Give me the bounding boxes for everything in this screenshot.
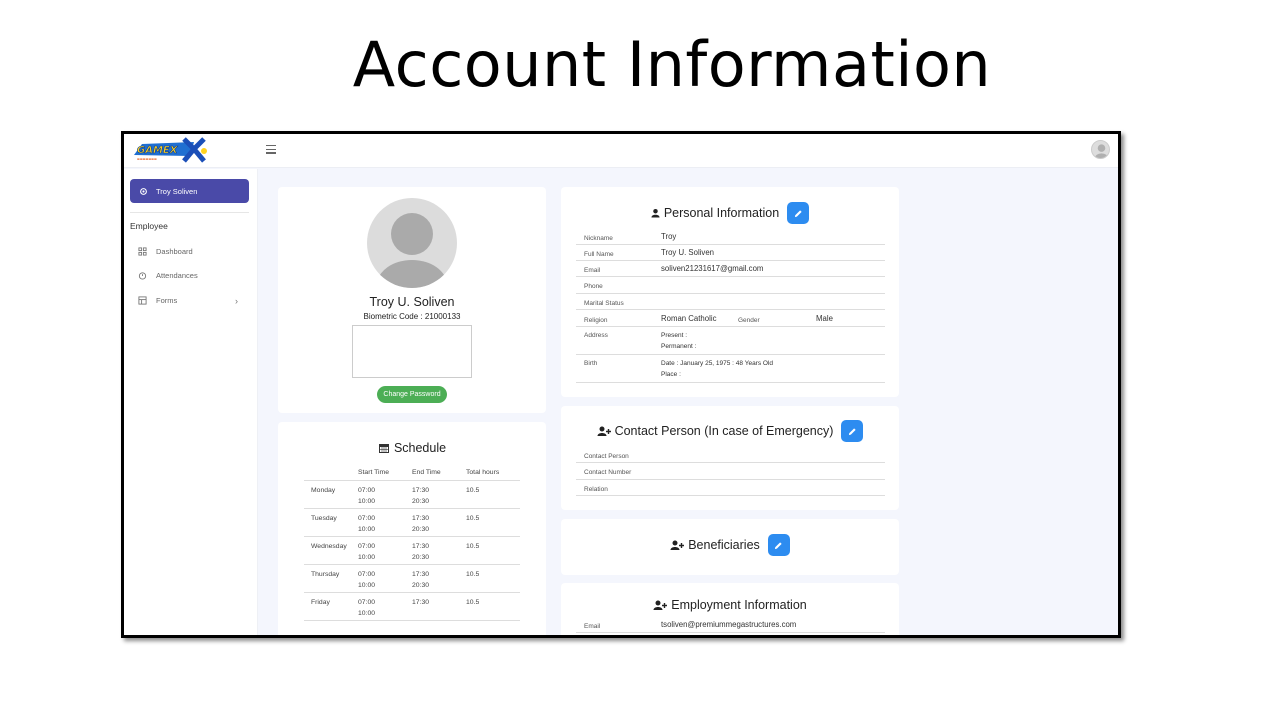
- info-row-phone: Phone: [576, 277, 885, 294]
- schedule-card: Schedule Start Time End Time Total hours…: [278, 422, 546, 635]
- grid-icon: [138, 247, 147, 256]
- gear-icon: [140, 187, 147, 195]
- info-row-nickname: Nickname Troy: [576, 230, 885, 245]
- info-row-birth: Birth Date : January 25, 1975 : 48 Years…: [576, 355, 885, 383]
- contact-person-title: Contact Person (In case of Emergency): [561, 420, 899, 442]
- table-row: Tuesday 07:00 10:00 17:30 20:30 10.5: [304, 508, 520, 537]
- gamex-logo[interactable]: GAMEX ▬▬▬▬▬▬▬: [132, 137, 212, 163]
- info-row-work-email: Email tsoliven@premiummegastructures.com: [576, 618, 885, 633]
- clock-icon: [138, 272, 147, 280]
- svg-text:▬▬▬▬▬▬▬: ▬▬▬▬▬▬▬: [137, 157, 157, 161]
- sidebar-item-label: Attendances: [156, 271, 198, 280]
- info-row-email: Email soliven21231617@gmail.com: [576, 261, 885, 277]
- top-bar: GAMEX ▬▬▬▬▬▬▬: [124, 134, 1118, 168]
- user-avatar[interactable]: [1091, 140, 1110, 159]
- form-icon: [138, 296, 147, 305]
- info-row-address: Address Present : Permanent :: [576, 327, 885, 355]
- info-row-fullname: Full Name Troy U. Soliven: [576, 245, 885, 261]
- personal-info-title: Personal Information: [561, 202, 899, 224]
- sidebar: Troy Soliven Employee Dashboard Attendan…: [124, 169, 258, 635]
- edit-personal-button[interactable]: [787, 202, 810, 224]
- contact-person-card: Contact Person (In case of Emergency) Co…: [561, 406, 899, 510]
- user-plus-icon: [670, 540, 685, 550]
- personal-info-card: Personal Information Nickname Troy Full …: [561, 187, 899, 397]
- table-row: Thursday 07:00 10:00 17:30 20:30 10.5: [304, 564, 520, 593]
- table-row: Monday 07:00 10:00 17:30 20:30 10.5: [304, 480, 520, 509]
- change-password-button[interactable]: Change Password: [377, 386, 447, 403]
- pencil-icon: [794, 209, 802, 217]
- sidebar-user-item[interactable]: Troy Soliven: [130, 179, 249, 203]
- info-row-religion: Religion Roman Catholic Gender Male: [576, 310, 885, 327]
- signature-box: [352, 325, 472, 378]
- sidebar-item-attendances[interactable]: Attendances: [138, 271, 238, 280]
- sidebar-item-dashboard[interactable]: Dashboard: [138, 247, 238, 256]
- pencil-icon: [848, 427, 856, 435]
- profile-card: Troy U. Soliven Biometric Code : 2100013…: [278, 187, 546, 413]
- beneficiaries-card: Beneficiaries: [561, 519, 899, 575]
- edit-beneficiaries-button[interactable]: [767, 534, 790, 556]
- svg-text:GAMEX: GAMEX: [137, 145, 179, 156]
- schedule-title: Schedule: [278, 441, 546, 455]
- pencil-icon: [775, 541, 782, 549]
- sidebar-item-label: Dashboard: [156, 247, 193, 256]
- info-row-contact-person: Contact Person: [576, 449, 885, 463]
- calendar-icon: [378, 444, 389, 453]
- user-plus-icon: [653, 600, 668, 610]
- table-row: Friday 07:00 10:00 17:30 10.5: [304, 592, 520, 621]
- user-plus-icon: [597, 426, 611, 436]
- app-screenshot: GAMEX ▬▬▬▬▬▬▬ Troy Soliven Employee Dash…: [121, 131, 1121, 638]
- profile-avatar: [367, 198, 457, 288]
- biometric-code: Biometric Code : 21000133: [363, 312, 461, 321]
- info-row-marital: Marital Status: [576, 294, 885, 310]
- employment-info-card: Employment Information Email tsoliven@pr…: [561, 583, 899, 635]
- beneficiaries-title: Beneficiaries: [561, 534, 899, 556]
- user-icon: [651, 208, 660, 218]
- table-row: Wednesday 07:00 10:00 17:30 20:30 10.5: [304, 536, 520, 565]
- employment-info-title: Employment Information: [561, 598, 899, 612]
- info-row-contact-number: Contact Number: [576, 463, 885, 480]
- sidebar-divider: [130, 212, 249, 213]
- profile-name: Troy U. Soliven: [369, 295, 455, 309]
- slide-title: Account Information: [352, 28, 992, 101]
- menu-toggle-icon[interactable]: [266, 145, 276, 154]
- chevron-right-icon: ›: [235, 295, 238, 306]
- sidebar-section-label: Employee: [130, 221, 168, 231]
- edit-contact-button[interactable]: [841, 420, 864, 442]
- sidebar-item-label: Forms: [156, 296, 178, 305]
- info-row-relation: Relation: [576, 480, 885, 496]
- sidebar-item-forms[interactable]: Forms ›: [138, 295, 238, 306]
- sidebar-user-name: Troy Soliven: [156, 186, 198, 196]
- schedule-table: Start Time End Time Total hours Monday 0…: [304, 468, 520, 621]
